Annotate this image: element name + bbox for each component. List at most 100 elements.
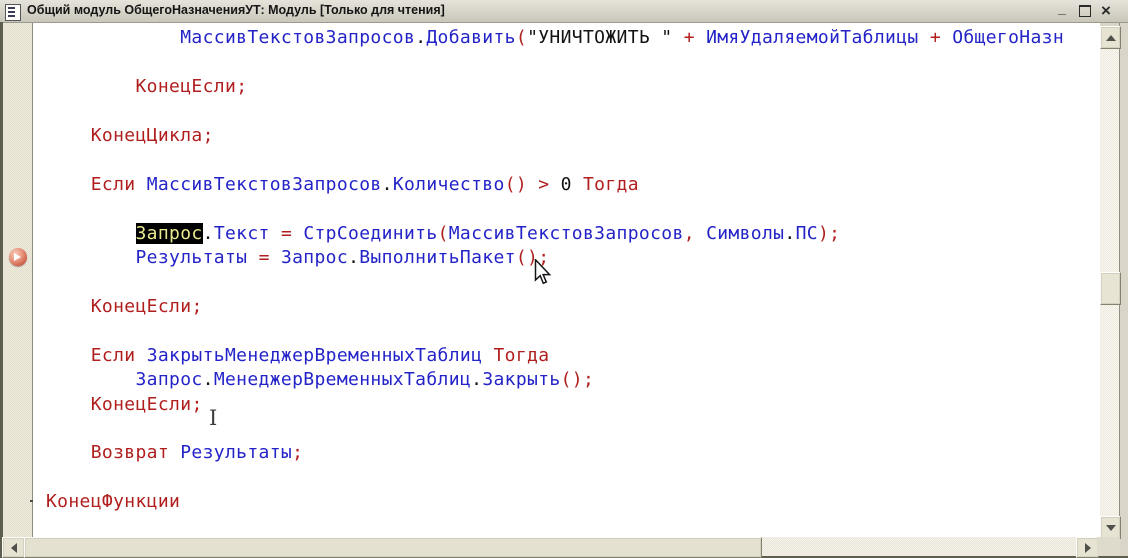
code-token xyxy=(46,125,91,146)
code-token: МассивТекстовЗапросов xyxy=(449,223,684,244)
code-token: , xyxy=(684,223,695,244)
code-line[interactable] xyxy=(46,319,1100,343)
code-token: ( xyxy=(438,223,449,244)
code-token: Запрос xyxy=(136,369,203,390)
code-token: . xyxy=(203,223,214,244)
code-token xyxy=(695,223,706,244)
code-token: Если xyxy=(91,174,136,195)
code-token: Закрыть xyxy=(482,369,560,390)
code-token: Количество xyxy=(393,174,505,195)
code-token: . xyxy=(382,174,393,195)
code-token: Запрос xyxy=(281,247,348,268)
code-token: МенеджерВременныхТаблиц xyxy=(214,369,471,390)
code-token: ; xyxy=(191,296,202,317)
code-token xyxy=(527,174,538,195)
editor-gutter xyxy=(3,23,33,537)
code-token xyxy=(482,345,493,366)
down-arrow-icon xyxy=(1106,525,1116,531)
code-token: КонецЕсли xyxy=(91,296,192,317)
code-line[interactable] xyxy=(46,99,1100,123)
code-line[interactable] xyxy=(46,466,1100,490)
code-line[interactable]: Возврат Результаты; xyxy=(46,441,1100,465)
code-token: . xyxy=(471,369,482,390)
code-token xyxy=(169,442,180,463)
close-button[interactable]: × xyxy=(1097,1,1115,20)
right-arrow-icon xyxy=(1085,543,1091,553)
scroll-up-button[interactable] xyxy=(1100,26,1121,49)
left-arrow-icon xyxy=(11,543,17,553)
code-token: Возврат xyxy=(91,442,169,463)
code-token xyxy=(46,296,91,317)
maximize-icon xyxy=(1079,5,1091,17)
code-token: ИмяУдаляемойТаблицы xyxy=(706,27,919,48)
code-token: ; xyxy=(191,394,202,415)
vertical-scroll-thumb[interactable] xyxy=(1100,272,1121,305)
code-token: ( xyxy=(516,27,527,48)
horizontal-scroll-thumb[interactable] xyxy=(24,537,762,558)
code-token xyxy=(292,223,303,244)
code-token: = xyxy=(259,247,270,268)
close-icon: × xyxy=(1101,1,1111,21)
scroll-down-button[interactable] xyxy=(1100,516,1121,539)
code-line[interactable]: КонецЕсли; xyxy=(46,393,1100,417)
code-token xyxy=(46,76,136,97)
code-line[interactable] xyxy=(46,417,1100,441)
code-line[interactable]: Запрос.МенеджерВременныхТаблиц.Закрыть()… xyxy=(46,368,1100,392)
code-token: . xyxy=(415,27,426,48)
code-token: Текст xyxy=(214,223,270,244)
code-line[interactable] xyxy=(46,148,1100,172)
horizontal-scrollbar[interactable] xyxy=(2,537,1097,556)
code-token: Тогда xyxy=(583,174,639,195)
code-token: ; xyxy=(203,125,214,146)
code-line[interactable]: МассивТекстовЗапросов.Добавить("УНИЧТОЖИ… xyxy=(46,26,1100,50)
code-lines: МассивТекстовЗапросов.Добавить("УНИЧТОЖИ… xyxy=(33,23,1100,515)
code-token: КонецЕсли xyxy=(136,76,237,97)
code-token xyxy=(919,27,930,48)
code-line[interactable]: КонецЦикла; xyxy=(46,124,1100,148)
code-line[interactable]: Если МассивТекстовЗапросов.Количество() … xyxy=(46,173,1100,197)
title-bar[interactable]: Общий модуль ОбщегоНазначенияУТ: Модуль … xyxy=(0,0,1128,23)
minimize-button[interactable]: _ xyxy=(1053,1,1071,20)
code-token xyxy=(46,247,136,268)
code-token: (); xyxy=(561,369,595,390)
code-editor[interactable]: МассивТекстовЗапросов.Добавить("УНИЧТОЖИ… xyxy=(33,23,1100,537)
code-token: КонецЦикла xyxy=(91,125,203,146)
code-line[interactable]: КонецЕсли; xyxy=(46,295,1100,319)
code-line[interactable]: КонецФункции xyxy=(46,490,1100,514)
code-line[interactable] xyxy=(46,270,1100,294)
code-token: Тогда xyxy=(493,345,549,366)
code-token: ; xyxy=(292,442,303,463)
code-token: ); xyxy=(818,223,840,244)
scroll-right-button[interactable] xyxy=(1076,537,1099,558)
code-line[interactable]: Результаты = Запрос.ВыполнитьПакет(); xyxy=(46,246,1100,270)
module-document-icon[interactable] xyxy=(5,4,21,21)
code-token: > xyxy=(538,174,549,195)
code-token: . xyxy=(784,223,795,244)
selected-word-highlight: Запрос xyxy=(136,223,203,244)
vertical-scrollbar[interactable] xyxy=(1100,26,1119,537)
code-token xyxy=(46,223,136,244)
code-line[interactable] xyxy=(46,50,1100,74)
code-line[interactable]: Запрос.Текст = СтрСоединить(МассивТексто… xyxy=(46,222,1100,246)
current-position-marker-icon xyxy=(9,248,27,266)
code-line[interactable]: КонецЕсли; xyxy=(46,75,1100,99)
code-token xyxy=(695,27,706,48)
code-token: . xyxy=(348,247,359,268)
code-token xyxy=(673,27,684,48)
scroll-left-button[interactable] xyxy=(2,537,25,558)
code-token: ВыполнитьПакет xyxy=(359,247,516,268)
code-token: (); xyxy=(516,247,550,268)
code-token: МассивТекстовЗапросов xyxy=(180,27,415,48)
code-token: 0 xyxy=(549,174,583,195)
code-line[interactable]: Если ЗакрытьМенеджерВременныхТаблиц Тогд… xyxy=(46,344,1100,368)
code-line[interactable] xyxy=(46,197,1100,221)
code-token: ЗакрытьМенеджерВременныхТаблиц xyxy=(147,345,483,366)
maximize-button[interactable] xyxy=(1076,1,1094,20)
code-token xyxy=(270,247,281,268)
code-token: () xyxy=(505,174,527,195)
code-token: МассивТекстовЗапросов xyxy=(147,174,382,195)
scrollbar-corner xyxy=(1097,537,1120,556)
code-token xyxy=(46,345,91,366)
code-token: + xyxy=(684,27,695,48)
module-editor-window: Общий модуль ОбщегоНазначенияУТ: Модуль … xyxy=(0,0,1128,558)
